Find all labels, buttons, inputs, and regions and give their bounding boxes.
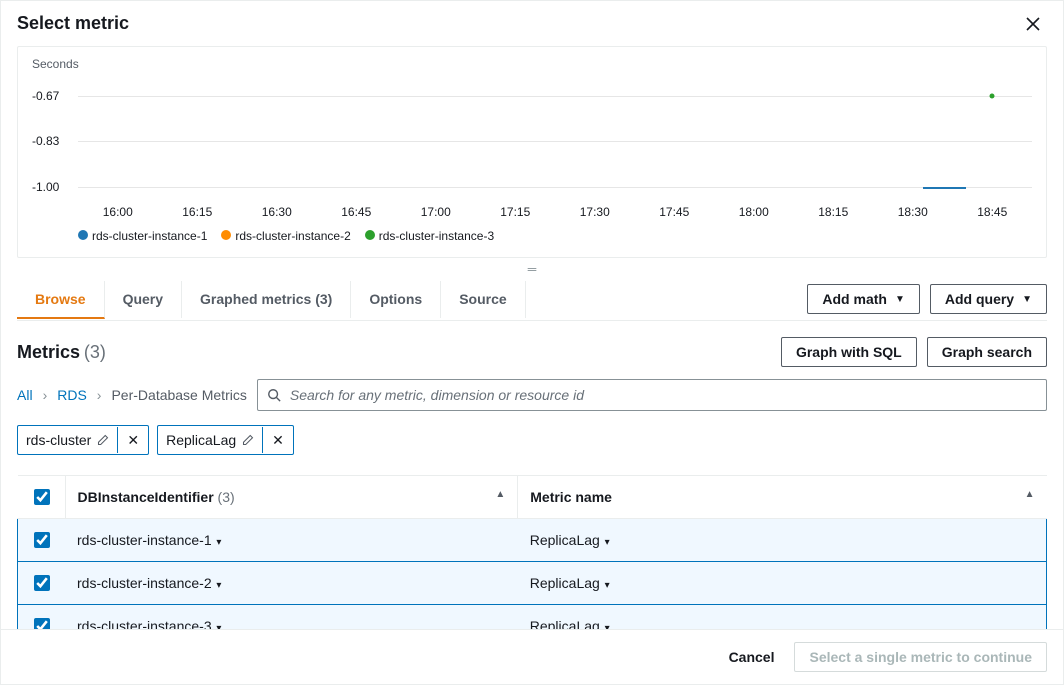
xtick: 16:15 [158, 205, 238, 219]
legend-swatch [78, 230, 88, 240]
row-checkbox[interactable] [34, 618, 50, 629]
chevron-down-icon: ▾ [214, 580, 222, 591]
filter-chip-label[interactable]: rds-cluster [18, 426, 117, 454]
metrics-count: (3) [84, 342, 106, 362]
row-checkbox[interactable] [34, 532, 50, 548]
xtick: 17:30 [555, 205, 635, 219]
metric-cell[interactable]: ReplicaLag [530, 575, 600, 591]
xtick: 17:45 [635, 205, 715, 219]
legend-label: rds-cluster-instance-1 [92, 229, 207, 243]
gridline [78, 141, 1032, 142]
legend-swatch [221, 230, 231, 240]
chart-panel: Seconds -0.67 -0.83 -1.00 16:00 16:15 16… [17, 46, 1047, 258]
tab-browse[interactable]: Browse [17, 281, 105, 319]
table-row[interactable]: rds-cluster-instance-1 ▾ ReplicaLag ▾ [18, 519, 1047, 562]
filter-chip-remove-icon[interactable]: ✕ [117, 427, 148, 453]
table-row[interactable]: rds-cluster-instance-3 ▾ ReplicaLag ▾ [18, 605, 1047, 630]
chart-plot[interactable]: -0.67 -0.83 -1.00 [32, 79, 1032, 199]
edit-icon [97, 434, 109, 446]
instance-cell[interactable]: rds-cluster-instance-3 [77, 618, 212, 629]
legend-item[interactable]: rds-cluster-instance-2 [221, 229, 350, 243]
xtick: 16:00 [78, 205, 158, 219]
chevron-down-icon: ▾ [602, 537, 610, 548]
xtick: 17:15 [476, 205, 556, 219]
chevron-down-icon: ▾ [602, 580, 610, 591]
close-icon[interactable] [1019, 15, 1047, 33]
series-1-segment [923, 187, 966, 189]
xtick: 18:30 [873, 205, 953, 219]
filter-chip: ReplicaLag ✕ [157, 425, 294, 455]
graph-search-button[interactable]: Graph search [927, 337, 1047, 367]
resize-handle-icon[interactable]: ═ [17, 262, 1047, 276]
filter-chip-text: rds-cluster [26, 432, 91, 448]
chevron-down-icon: ▾ [214, 537, 222, 548]
metric-cell[interactable]: ReplicaLag [530, 532, 600, 548]
graph-with-sql-button[interactable]: Graph with SQL [781, 337, 917, 367]
tab-query[interactable]: Query [105, 281, 182, 318]
ytick: -1.00 [32, 180, 59, 194]
row-checkbox[interactable] [34, 575, 50, 591]
xtick: 16:30 [237, 205, 317, 219]
table-row[interactable]: rds-cluster-instance-2 ▾ ReplicaLag ▾ [18, 562, 1047, 605]
add-query-button[interactable]: Add query ▼ [930, 284, 1047, 314]
xtick: 18:45 [953, 205, 1033, 219]
column-header-count: (3) [218, 489, 235, 505]
metric-cell[interactable]: ReplicaLag [530, 618, 600, 629]
cancel-button[interactable]: Cancel [723, 648, 781, 666]
add-query-label: Add query [945, 291, 1014, 307]
tab-options[interactable]: Options [351, 281, 441, 318]
xtick: 17:00 [396, 205, 476, 219]
filter-chip-label[interactable]: ReplicaLag [158, 426, 262, 454]
gridline [78, 96, 1032, 97]
gridline [78, 187, 1032, 188]
xtick: 18:00 [714, 205, 794, 219]
chevron-down-icon: ▼ [895, 294, 905, 305]
series-3-point [989, 93, 994, 98]
chevron-down-icon: ▼ [1022, 294, 1032, 305]
filter-chip-text: ReplicaLag [166, 432, 236, 448]
breadcrumb-rds[interactable]: RDS [57, 387, 87, 403]
instance-cell[interactable]: rds-cluster-instance-2 [77, 575, 212, 591]
column-header-label: Metric name [530, 489, 612, 505]
tab-source[interactable]: Source [441, 281, 525, 318]
metrics-title: Metrics [17, 342, 80, 362]
breadcrumb-current: Per-Database Metrics [111, 387, 246, 403]
chart-legend: rds-cluster-instance-1 rds-cluster-insta… [78, 229, 1032, 243]
legend-label: rds-cluster-instance-3 [379, 229, 494, 243]
add-math-label: Add math [822, 291, 887, 307]
legend-item[interactable]: rds-cluster-instance-1 [78, 229, 207, 243]
legend-swatch [365, 230, 375, 240]
metrics-table: DBInstanceIdentifier (3) Metric name rds… [17, 475, 1047, 629]
metrics-heading: Metrics (3) [17, 342, 106, 363]
column-header-label: DBInstanceIdentifier [78, 489, 214, 505]
modal-title: Select metric [17, 13, 129, 34]
continue-button: Select a single metric to continue [794, 642, 1047, 672]
instance-cell[interactable]: rds-cluster-instance-1 [77, 532, 212, 548]
chevron-right-icon: › [97, 387, 102, 403]
metric-search-input[interactable] [257, 379, 1047, 411]
edit-icon [242, 434, 254, 446]
ytick: -0.67 [32, 89, 59, 103]
legend-item[interactable]: rds-cluster-instance-3 [365, 229, 494, 243]
tabs: Browse Query Graphed metrics (3) Options… [17, 281, 807, 318]
column-header-instance[interactable]: DBInstanceIdentifier (3) [65, 476, 518, 519]
chevron-right-icon: › [43, 387, 48, 403]
tab-graphed-metrics[interactable]: Graphed metrics (3) [182, 281, 351, 318]
chart-xaxis: 16:00 16:15 16:30 16:45 17:00 17:15 17:3… [78, 205, 1032, 219]
filter-chip: rds-cluster ✕ [17, 425, 149, 455]
search-icon [267, 388, 281, 402]
add-math-button[interactable]: Add math ▼ [807, 284, 919, 314]
filter-chip-remove-icon[interactable]: ✕ [262, 427, 293, 453]
breadcrumb-all[interactable]: All [17, 387, 33, 403]
ytick: -0.83 [32, 134, 59, 148]
xtick: 16:45 [317, 205, 397, 219]
select-all-checkbox[interactable] [34, 489, 50, 505]
chart-ylabel: Seconds [32, 57, 1032, 71]
legend-label: rds-cluster-instance-2 [235, 229, 350, 243]
xtick: 18:15 [794, 205, 874, 219]
column-header-metric[interactable]: Metric name [518, 476, 1047, 519]
